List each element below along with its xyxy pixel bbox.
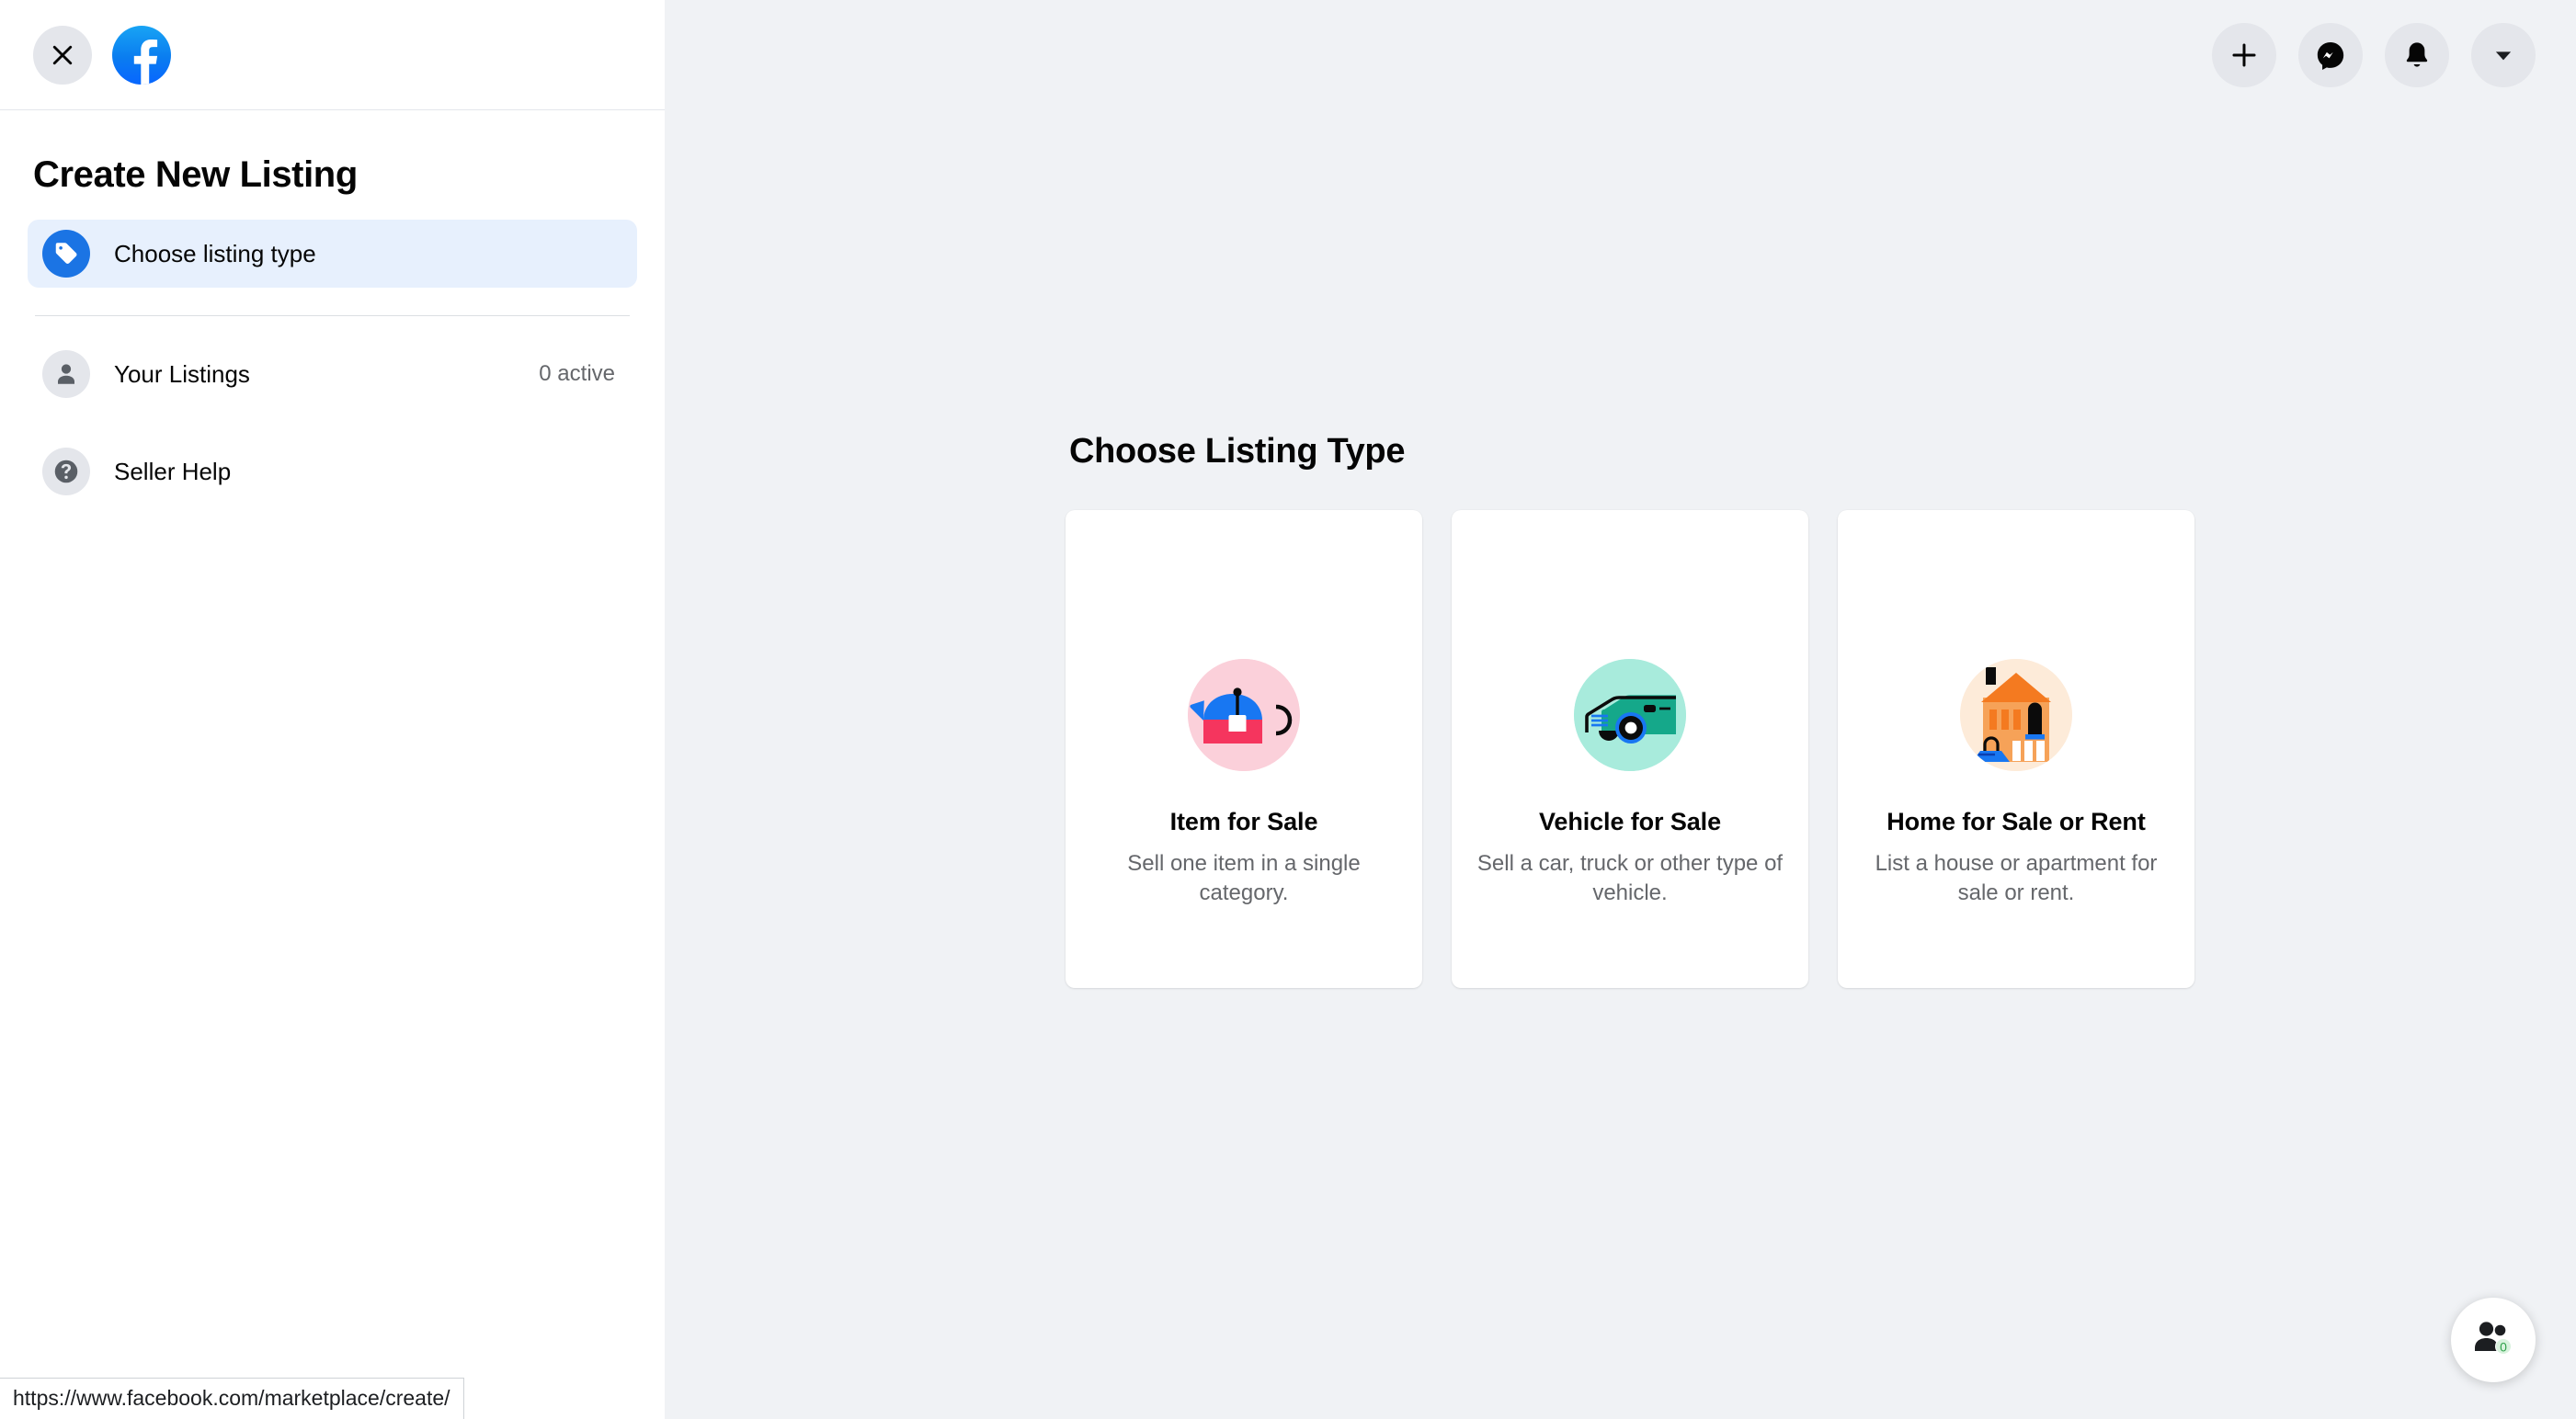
card-description: Sell a car, truck or other type of vehic…	[1476, 851, 1784, 906]
contacts-button[interactable]: 0	[2451, 1298, 2536, 1382]
plus-icon	[2232, 43, 2256, 67]
price-tag-icon	[42, 230, 90, 278]
sidebar-body: Create New Listing Choose listing type Y…	[0, 110, 665, 505]
sidebar-item-label: Seller Help	[114, 457, 232, 485]
card-description: List a house or apartment for sale or re…	[1875, 851, 2158, 906]
card-title: Home for Sale or Rent	[1886, 808, 2146, 835]
sidebar-item-your-listings[interactable]: Your Listings 0 active	[28, 340, 637, 408]
facebook-logo-icon	[133, 39, 158, 85]
listing-type-card-vehicle-for-sale[interactable]: Vehicle for Sale Sell a car, truck or ot…	[1452, 510, 1808, 988]
listings-active-count: 0 active	[539, 361, 615, 386]
status-bar-url: https://www.facebook.com/marketplace/cre…	[0, 1378, 464, 1419]
messenger-button[interactable]	[2298, 23, 2363, 87]
contacts-icon: 0	[2475, 1322, 2512, 1355]
app-root: Create New Listing Choose listing type Y…	[0, 0, 2576, 1419]
bell-icon	[2406, 42, 2428, 67]
question-mark-icon	[42, 448, 90, 495]
sidebar: Create New Listing Choose listing type Y…	[0, 0, 665, 1419]
sidebar-header	[0, 0, 665, 110]
listing-type-card-item-for-sale[interactable]: Item for Sale Sell one item in a single …	[1066, 510, 1422, 988]
close-button[interactable]	[33, 25, 92, 85]
card-title: Item for Sale	[1169, 808, 1318, 835]
create-button[interactable]	[2212, 23, 2276, 87]
main-content: Choose Listing Type Item for Sale Sell o…	[665, 0, 2576, 1419]
facebook-logo-button[interactable]	[112, 25, 171, 85]
notifications-button[interactable]	[2385, 23, 2449, 87]
listing-type-chooser: Choose Listing Type Item for Sale Sell o…	[1066, 432, 2224, 988]
messenger-icon	[2317, 41, 2344, 71]
car-illustration	[1574, 659, 1686, 771]
sidebar-item-seller-help[interactable]: Seller Help	[28, 437, 637, 505]
house-illustration	[1960, 659, 2072, 771]
chevron-down-icon	[2495, 51, 2512, 61]
page-title: Create New Listing	[33, 154, 358, 195]
content-heading: Choose Listing Type	[1069, 432, 1406, 471]
card-description: Sell one item in a single category.	[1127, 851, 1361, 906]
listing-type-card-home-for-sale-or-rent[interactable]: Home for Sale or Rent List a house or ap…	[1838, 510, 2194, 988]
sidebar-item-choose-listing-type[interactable]: Choose listing type	[28, 220, 637, 288]
close-icon	[52, 45, 73, 64]
account-menu-button[interactable]	[2471, 23, 2536, 87]
card-title: Vehicle for Sale	[1539, 808, 1721, 835]
teapot-with-price-tag-illustration	[1188, 659, 1300, 771]
sidebar-item-label: Choose listing type	[114, 239, 316, 267]
topbar	[2212, 0, 2576, 110]
sidebar-item-label: Your Listings	[114, 359, 250, 388]
sidebar-divider	[35, 315, 630, 316]
contacts-badge-count: 0	[2500, 1340, 2507, 1355]
person-icon	[42, 350, 90, 398]
listing-type-card-row: Item for Sale Sell one item in a single …	[1066, 510, 2224, 988]
sidebar-nav-group: Your Listings 0 active Seller Help	[28, 340, 637, 505]
